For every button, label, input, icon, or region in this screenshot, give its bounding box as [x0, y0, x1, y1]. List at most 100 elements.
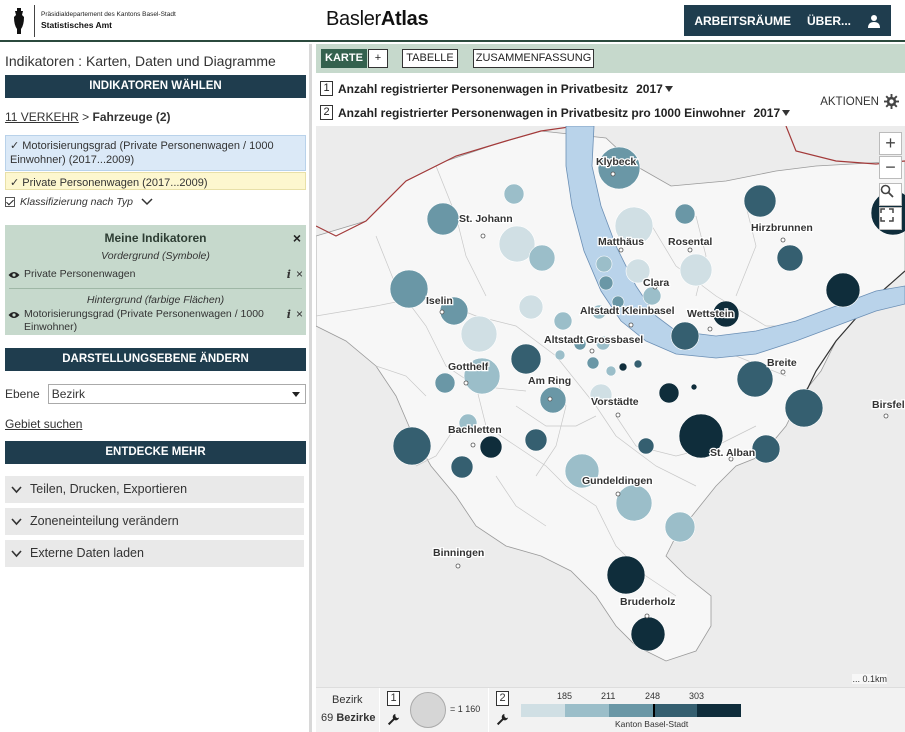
caret-down-icon[interactable]: [664, 85, 673, 96]
district-circle[interactable]: [597, 146, 641, 190]
zoom-in-button[interactable]: +: [879, 132, 902, 155]
district-circle[interactable]: [510, 343, 542, 375]
district-circle[interactable]: [434, 372, 456, 394]
breadcrumb-separator: >: [78, 110, 93, 124]
map-scale: ... 0.1km: [852, 674, 887, 684]
indicator-number-1: 1: [320, 81, 333, 96]
info-icon[interactable]: i: [287, 308, 291, 321]
eye-icon[interactable]: [8, 271, 20, 279]
section-entdecke-mehr[interactable]: ENTDECKE MEHR: [5, 441, 306, 464]
district-circle[interactable]: [392, 426, 432, 466]
district-circle[interactable]: [606, 555, 646, 595]
district-circle[interactable]: [674, 203, 696, 225]
accordion-zoneneinteilung[interactable]: Zoneneinteilung verändern: [5, 508, 304, 535]
wrench-icon[interactable]: [387, 713, 400, 726]
aktionen-button[interactable]: AKTIONEN: [820, 94, 899, 109]
district-circle[interactable]: [518, 294, 544, 320]
tab-zusammenfassung[interactable]: ZUSAMMENFASSUNG: [473, 49, 594, 68]
legend-number-2: 2: [496, 691, 509, 706]
my-indicators-panel: Meine Indikatoren × Vordergrund (Symbole…: [5, 225, 306, 335]
my-indicators-title: Meine Indikatoren: [104, 231, 207, 245]
legend-break-1: 185: [557, 691, 573, 701]
district-circle[interactable]: [389, 269, 429, 309]
district-circle[interactable]: [642, 286, 662, 306]
remove-icon[interactable]: ×: [296, 268, 303, 281]
district-circle[interactable]: [743, 184, 777, 218]
district-circle[interactable]: [426, 202, 460, 236]
remove-icon[interactable]: ×: [296, 308, 303, 321]
district-circle[interactable]: [586, 356, 600, 370]
caret-down-icon[interactable]: [782, 109, 791, 120]
legend-bar: Bezirk 69 Bezirke 1 = 1 160 2 185 211 24…: [316, 687, 905, 732]
nav-arbeitsraeume[interactable]: ARBEITSRÄUME: [694, 14, 791, 28]
background-indicator-row: Motorisierungsgrad (Private Personenwage…: [8, 308, 303, 334]
district-circle[interactable]: [615, 484, 653, 522]
section-darstellungsebene[interactable]: DARSTELLUNGSEBENE ÄNDERN: [5, 348, 306, 371]
indicator-line-1-text: Anzahl registrierter Personenwagen in Pr…: [338, 81, 629, 96]
map-label-klybeck: Klybeck: [596, 156, 636, 168]
eye-icon[interactable]: [8, 311, 20, 319]
foreground-indicator-name: Private Personenwagen: [24, 268, 136, 280]
wrench-icon[interactable]: [496, 713, 509, 726]
indicator-item-motorisierungsgrad[interactable]: ✓ Motorisierungsgrad (Private Personenwa…: [5, 135, 306, 171]
district-circle[interactable]: [460, 315, 498, 353]
klassifizierung-toggle[interactable]: Klassifizierung nach Typ: [5, 196, 153, 208]
district-circle[interactable]: [503, 183, 525, 205]
logo[interactable]: Präsidialdepartement des Kantons Basel-S…: [8, 4, 176, 38]
fullscreen-button[interactable]: [879, 207, 902, 230]
my-indicators-close-button[interactable]: ×: [293, 230, 301, 246]
district-circle[interactable]: [784, 388, 824, 428]
district-circle[interactable]: [670, 321, 700, 351]
chevron-down-icon[interactable]: [141, 198, 153, 206]
district-circle[interactable]: [479, 435, 503, 459]
district-circle[interactable]: [825, 272, 861, 308]
ebene-select[interactable]: Bezirk: [47, 384, 306, 404]
district-circle[interactable]: [595, 255, 613, 273]
breadcrumb-current: Fahrzeuge (2): [92, 110, 171, 124]
district-circle[interactable]: [633, 359, 643, 369]
tab-tabelle[interactable]: TABELLE: [402, 49, 458, 68]
district-circle[interactable]: [554, 349, 566, 361]
section-indikatoren-waehlen[interactable]: INDIKATOREN WÄHLEN: [5, 75, 306, 98]
district-circle[interactable]: [751, 434, 781, 464]
district-circle[interactable]: [450, 455, 474, 479]
district-circle[interactable]: [664, 511, 696, 543]
district-circle[interactable]: [605, 365, 617, 377]
district-circle[interactable]: [618, 362, 628, 372]
zoom-out-button[interactable]: −: [879, 156, 902, 179]
district-circle[interactable]: [528, 244, 556, 272]
indicator-item-personenwagen[interactable]: ✓ Private Personenwagen (2017...2009): [5, 172, 306, 190]
tab-karte[interactable]: KARTE: [321, 49, 367, 68]
district-circle[interactable]: [658, 382, 680, 404]
map-canvas[interactable]: Klybeck St. Johann Matthäus Rosental Hir…: [316, 126, 905, 687]
map[interactable]: Klybeck St. Johann Matthäus Rosental Hir…: [316, 126, 905, 687]
district-circle[interactable]: [630, 616, 666, 652]
app-title-plain: Basler: [326, 8, 381, 30]
district-circle[interactable]: [539, 386, 567, 414]
district-circle[interactable]: [598, 275, 614, 291]
district-circle[interactable]: [679, 253, 713, 287]
map-search-button[interactable]: [879, 183, 902, 206]
breadcrumb-link-verkehr[interactable]: 11 VERKEHR: [5, 110, 79, 124]
chevron-down-icon: [11, 549, 22, 557]
district-circle[interactable]: [690, 383, 698, 391]
klassifizierung-checkbox[interactable]: [5, 197, 15, 207]
district-circle[interactable]: [637, 437, 655, 455]
district-circle[interactable]: [524, 428, 548, 452]
user-icon[interactable]: [867, 14, 881, 28]
search-icon: [880, 184, 894, 198]
tab-add[interactable]: +: [368, 49, 388, 68]
info-icon[interactable]: i: [287, 268, 291, 281]
accordion-externe-daten[interactable]: Externe Daten laden: [5, 540, 304, 567]
nav-ueber[interactable]: ÜBER...: [807, 14, 851, 28]
indicator-year-select-1[interactable]: 2017: [636, 82, 663, 96]
indicator-list: ✓ Motorisierungsgrad (Private Personenwa…: [5, 135, 306, 190]
logo-office: Statistisches Amt: [41, 20, 113, 30]
indicator-year-select-2[interactable]: 2017: [753, 106, 780, 120]
district-circle[interactable]: [776, 244, 804, 272]
district-circle[interactable]: [553, 311, 573, 331]
gebiet-suchen-link[interactable]: Gebiet suchen: [5, 417, 82, 431]
accordion-teilen[interactable]: Teilen, Drucken, Exportieren: [5, 476, 304, 503]
app-title-bold: Atlas: [380, 8, 429, 30]
left-panel: Indikatoren : Karten, Daten und Diagramm…: [0, 44, 312, 732]
